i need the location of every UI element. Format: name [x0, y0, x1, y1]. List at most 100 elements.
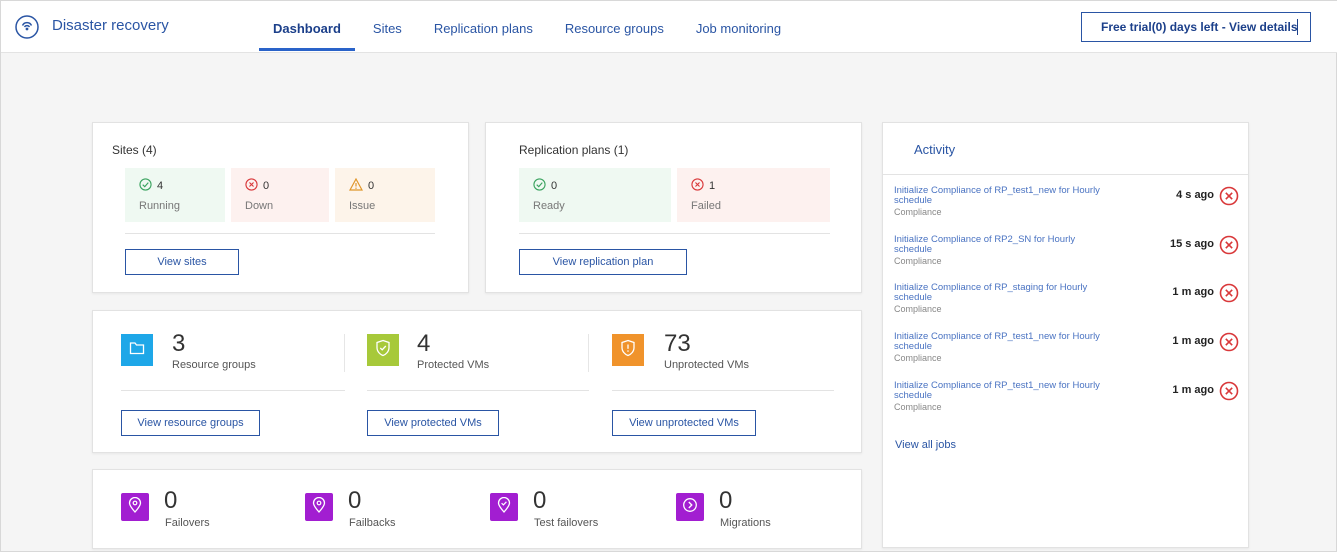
- failovers-count: 0: [164, 487, 178, 514]
- unprotected-vms-label: Unprotected VMs: [664, 359, 749, 371]
- top-bar: Disaster recovery Dashboard Sites Replic…: [1, 1, 1337, 53]
- activity-item-category: Compliance: [894, 207, 942, 217]
- migrations-label: Migrations: [720, 517, 771, 529]
- inventory-divider: [367, 390, 589, 391]
- resource-groups-count: 3: [172, 330, 186, 357]
- sites-down-label: Down: [245, 200, 274, 212]
- sites-running-label: Running: [139, 200, 180, 212]
- location-pin-icon: [128, 496, 142, 518]
- inventory-divider: [612, 390, 834, 391]
- activity-item-time: 1 m ago: [1172, 286, 1214, 298]
- trial-separator: [1297, 19, 1298, 35]
- tab-dashboard[interactable]: Dashboard: [259, 1, 355, 53]
- protected-vms-label: Protected VMs: [417, 359, 490, 371]
- unprotected-vms-count: 73: [664, 330, 691, 357]
- activity-item[interactable]: Initialize Compliance of RP_test1_new fo…: [894, 381, 1242, 425]
- warning-triangle-icon: [348, 177, 364, 194]
- activity-item-category: Compliance: [894, 304, 942, 314]
- activity-item-category: Compliance: [894, 353, 942, 363]
- activity-item-text[interactable]: Initialize Compliance of RP_staging for …: [894, 283, 1144, 303]
- error-x-icon: [1219, 235, 1239, 255]
- activity-item-line: schedule: [894, 292, 933, 303]
- activity-item[interactable]: Initialize Compliance of RP_test1_new fo…: [894, 332, 1242, 376]
- activity-item-time: 15 s ago: [1169, 238, 1214, 250]
- protected-vms-tile: [367, 334, 399, 366]
- app-title: Disaster recovery: [52, 17, 169, 34]
- disaster-recovery-logo-icon[interactable]: [15, 15, 39, 39]
- activity-item-time: 4 s ago: [1176, 189, 1214, 201]
- main-nav: Dashboard Sites Replication plans Resour…: [259, 1, 813, 53]
- inventory-card: 3 Resource groups 4 Protected VMs 73 Unp…: [92, 310, 862, 453]
- view-protected-vms-button[interactable]: View protected VMs: [367, 410, 499, 436]
- check-circle-icon: [139, 178, 152, 194]
- activity-divider: [883, 174, 1248, 175]
- error-x-icon: [1219, 381, 1239, 401]
- free-trial-button[interactable]: Free trial(0) days left - View details: [1081, 12, 1311, 42]
- migrations-tile: [676, 493, 704, 521]
- folder-icon: [129, 341, 145, 360]
- activity-item-text[interactable]: Initialize Compliance of RP_test1_new fo…: [894, 381, 1144, 401]
- error-x-icon: [1219, 332, 1239, 352]
- sites-issue-box: 0 Issue: [335, 168, 435, 222]
- activity-item-category: Compliance: [894, 402, 942, 412]
- sites-down-box: 0 Down: [231, 168, 329, 222]
- error-x-icon: [1219, 283, 1239, 303]
- unprotected-vms-tile: [612, 334, 644, 366]
- tab-replication-plans[interactable]: Replication plans: [434, 1, 533, 53]
- activity-item-time: 1 m ago: [1172, 335, 1214, 347]
- activity-item[interactable]: Initialize Compliance of RP_test1_new fo…: [894, 186, 1242, 230]
- arrow-circle-icon: [682, 497, 698, 518]
- inventory-separator: [344, 334, 345, 372]
- replication-ready-label: Ready: [533, 200, 565, 212]
- activity-item-text[interactable]: Initialize Compliance of RP_test1_new fo…: [894, 332, 1144, 352]
- replication-plans-card: Replication plans (1) 0 Ready 1 Failed V…: [485, 122, 862, 293]
- inventory-separator: [588, 334, 589, 372]
- error-circle-icon: [691, 178, 704, 194]
- view-all-jobs-link[interactable]: View all jobs: [895, 439, 956, 451]
- view-resource-groups-button[interactable]: View resource groups: [121, 410, 260, 436]
- activity-item[interactable]: Initialize Compliance of RP2_SN for Hour…: [894, 235, 1242, 279]
- sites-running-box: 4 Running: [125, 168, 225, 222]
- test-failovers-label: Test failovers: [534, 517, 599, 529]
- replication-ready-count: 0: [551, 180, 558, 192]
- error-circle-icon: [245, 178, 258, 194]
- activity-item[interactable]: Initialize Compliance of RP_staging for …: [894, 283, 1242, 327]
- pin-check-icon: [497, 496, 511, 518]
- view-sites-button[interactable]: View sites: [125, 249, 239, 275]
- sites-down-count: 0: [263, 180, 270, 192]
- activity-card: Activity Initialize Compliance of RP_tes…: [882, 122, 1249, 548]
- error-x-icon: [1219, 186, 1239, 206]
- resource-groups-tile: [121, 334, 153, 366]
- failbacks-tile: [305, 493, 333, 521]
- activity-item-line: schedule: [894, 195, 933, 206]
- activity-item-category: Compliance: [894, 256, 942, 266]
- sites-issue-count: 0: [368, 180, 375, 192]
- view-replication-plan-button[interactable]: View replication plan: [519, 249, 687, 275]
- activity-item-line: schedule: [894, 244, 933, 255]
- activity-item-text[interactable]: Initialize Compliance of RP2_SN for Hour…: [894, 235, 1144, 255]
- tab-sites[interactable]: Sites: [373, 1, 402, 53]
- protected-vms-count: 4: [417, 330, 431, 357]
- check-circle-icon: [533, 178, 546, 194]
- failovers-label: Failovers: [165, 517, 210, 529]
- migrations-count: 0: [719, 487, 733, 514]
- replication-failed-count: 1: [709, 180, 716, 192]
- shield-check-icon: [375, 339, 391, 362]
- sites-title: Sites (4): [112, 143, 157, 157]
- resource-groups-label: Resource groups: [172, 359, 256, 371]
- sites-card: Sites (4) 4 Running 0 Down 0 Issue View …: [92, 122, 469, 293]
- tab-job-monitoring[interactable]: Job monitoring: [696, 1, 781, 53]
- activity-item-line: schedule: [894, 390, 933, 401]
- replication-failed-box: 1 Failed: [677, 168, 830, 222]
- replication-ready-box: 0 Ready: [519, 168, 671, 222]
- failbacks-label: Failbacks: [349, 517, 396, 529]
- activity-item-text[interactable]: Initialize Compliance of RP_test1_new fo…: [894, 186, 1144, 206]
- activity-item-line: schedule: [894, 341, 933, 352]
- sites-divider: [125, 233, 435, 234]
- replication-divider: [519, 233, 830, 234]
- location-pin-icon: [312, 496, 326, 518]
- shield-alert-icon: [620, 339, 636, 362]
- test-failovers-tile: [490, 493, 518, 521]
- tab-resource-groups[interactable]: Resource groups: [565, 1, 664, 53]
- view-unprotected-vms-button[interactable]: View unprotected VMs: [612, 410, 756, 436]
